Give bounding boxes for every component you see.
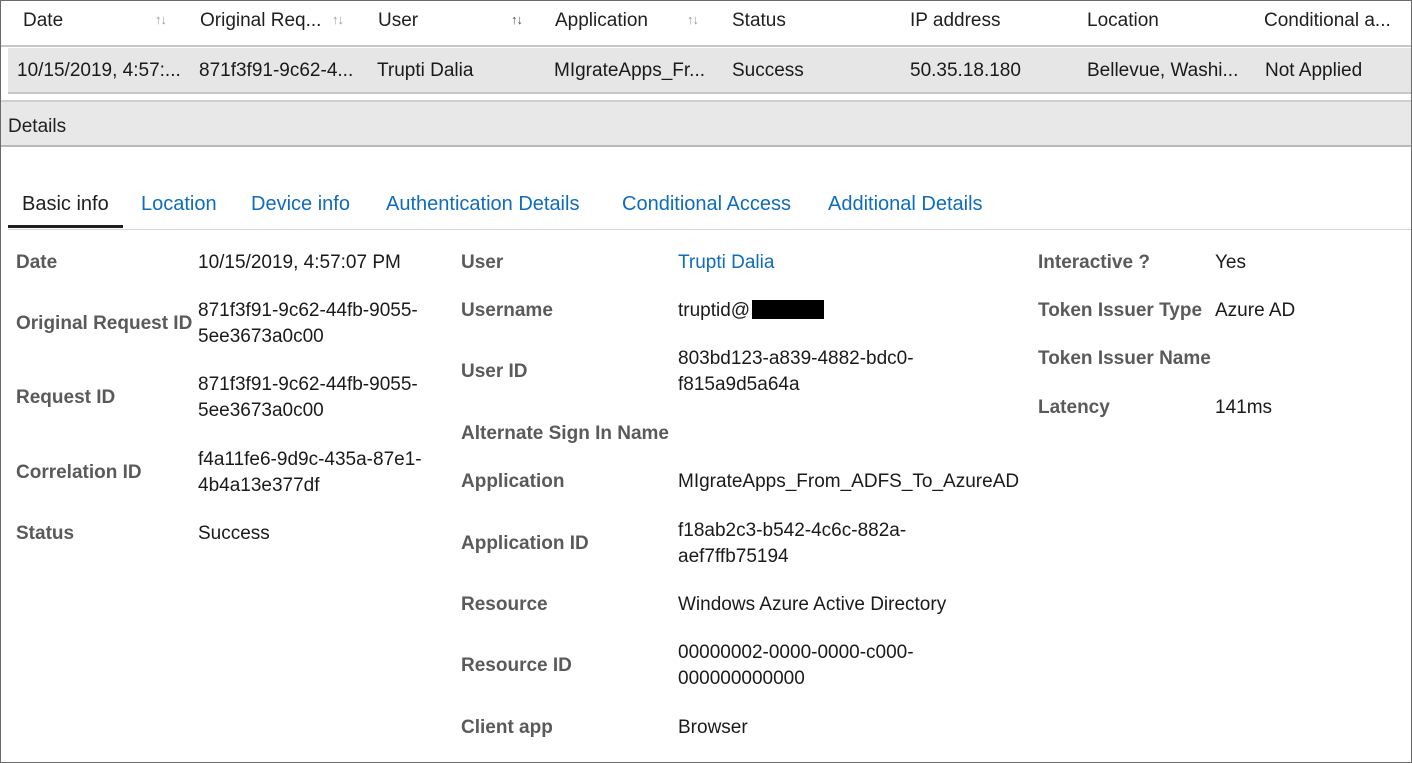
label-correlation-id: Correlation ID xyxy=(16,462,142,483)
column-header-status[interactable]: Status xyxy=(732,10,786,32)
label-resource: Resource xyxy=(461,594,548,615)
label-resource-id: Resource ID xyxy=(461,655,572,676)
details-pane-header: Details xyxy=(1,100,1411,147)
value-token-issuer-type: Azure AD xyxy=(1215,300,1296,321)
tab-conditional-access[interactable]: Conditional Access xyxy=(622,193,791,216)
value-original-request-id: 871f3f91-9c62-44fb-9055- 5ee3673a0c00 xyxy=(198,300,418,347)
value-status: Success xyxy=(198,523,270,544)
value-user-id: 803bd123-a839-4882-bdc0- f815a9d5a64a xyxy=(678,348,914,395)
label-alternate-sign-in-name: Alternate Sign In Name xyxy=(461,423,669,444)
details-title: Details xyxy=(8,116,67,137)
sort-icon[interactable]: ↑↓ xyxy=(687,12,699,27)
label-date: Date xyxy=(16,252,58,273)
value-date: 10/15/2019, 4:57:07 PM xyxy=(198,252,401,273)
value-resource: Windows Azure Active Directory xyxy=(678,594,947,615)
column-header-user[interactable]: User xyxy=(378,10,418,32)
column-header-conditional-access[interactable]: Conditional a... xyxy=(1264,10,1391,32)
user-link[interactable]: Trupti Dalia xyxy=(678,252,774,273)
column-header-location[interactable]: Location xyxy=(1087,10,1159,32)
value-username: truptid@ xyxy=(678,298,825,324)
cell-application: MIgrateApps_Fr... xyxy=(554,60,706,81)
value-resource-id: 00000002-0000-0000-c000- 000000000000 xyxy=(678,642,914,689)
column-header-original-request[interactable]: Original Req... xyxy=(200,10,321,32)
tab-additional-details[interactable]: Additional Details xyxy=(828,193,983,216)
label-original-request-id: Original Request ID xyxy=(16,313,193,334)
label-user: User xyxy=(461,252,504,273)
cell-ip-address: 50.35.18.180 xyxy=(910,60,1021,81)
value-latency: 141ms xyxy=(1215,397,1273,418)
label-token-issuer-type: Token Issuer Type xyxy=(1038,300,1203,321)
sort-icon[interactable]: ↑↓ xyxy=(511,12,523,27)
label-status: Status xyxy=(16,523,75,544)
value-application-id: f18ab2c3-b542-4c6c-882a-aef7ffb75194 xyxy=(678,520,907,567)
label-token-issuer-name: Token Issuer Name xyxy=(1038,348,1211,369)
redaction-block xyxy=(752,300,825,319)
value-application: MIgrateApps_From_ADFS_To_AzureAD xyxy=(678,471,1020,492)
column-header-application[interactable]: Application xyxy=(555,10,648,32)
label-application: Application xyxy=(461,471,565,492)
cell-status: Success xyxy=(732,60,804,81)
value-client-app: Browser xyxy=(678,717,748,738)
label-request-id: Request ID xyxy=(16,387,116,408)
label-username: Username xyxy=(461,300,553,321)
details-tabs: Basic info Location Device info Authenti… xyxy=(8,188,1411,230)
label-interactive: Interactive ? xyxy=(1038,252,1150,273)
label-application-id: Application ID xyxy=(461,533,589,554)
label-latency: Latency xyxy=(1038,397,1110,418)
value-request-id: 871f3f91-9c62-44fb-9055- 5ee3673a0c00 xyxy=(198,374,418,421)
value-interactive: Yes xyxy=(1215,252,1246,273)
column-header-date[interactable]: Date xyxy=(23,10,63,32)
cell-user: Trupti Dalia xyxy=(377,60,474,81)
table-row[interactable]: 10/15/2019, 4:57:... 871f3f91-9c62-4... … xyxy=(8,48,1411,94)
tab-device-info[interactable]: Device info xyxy=(251,193,350,216)
tab-authentication-details[interactable]: Authentication Details xyxy=(386,193,579,216)
value-user: Trupti Dalia xyxy=(678,250,774,276)
label-client-app: Client app xyxy=(461,717,553,738)
cell-date: 10/15/2019, 4:57:... xyxy=(17,60,181,81)
label-user-id: User ID xyxy=(461,361,528,382)
column-header-ip-address[interactable]: IP address xyxy=(910,10,1000,32)
active-tab-indicator xyxy=(8,225,123,228)
cell-location: Bellevue, Washi... xyxy=(1087,60,1239,81)
cell-conditional-access: Not Applied xyxy=(1265,60,1363,81)
value-correlation-id: f4a11fe6-9d9c-435a-87e1- 4b4a13e377df xyxy=(198,449,422,496)
table-header: Date ↑↓ Original Req... ↑↓ User ↑↓ Appli… xyxy=(1,1,1411,47)
sort-icon[interactable]: ↑↓ xyxy=(155,12,167,27)
cell-original-request-id: 871f3f91-9c62-4... xyxy=(199,60,354,81)
tab-basic-info[interactable]: Basic info xyxy=(22,193,109,216)
sort-icon[interactable]: ↑↓ xyxy=(332,12,344,27)
tab-location[interactable]: Location xyxy=(141,193,217,216)
